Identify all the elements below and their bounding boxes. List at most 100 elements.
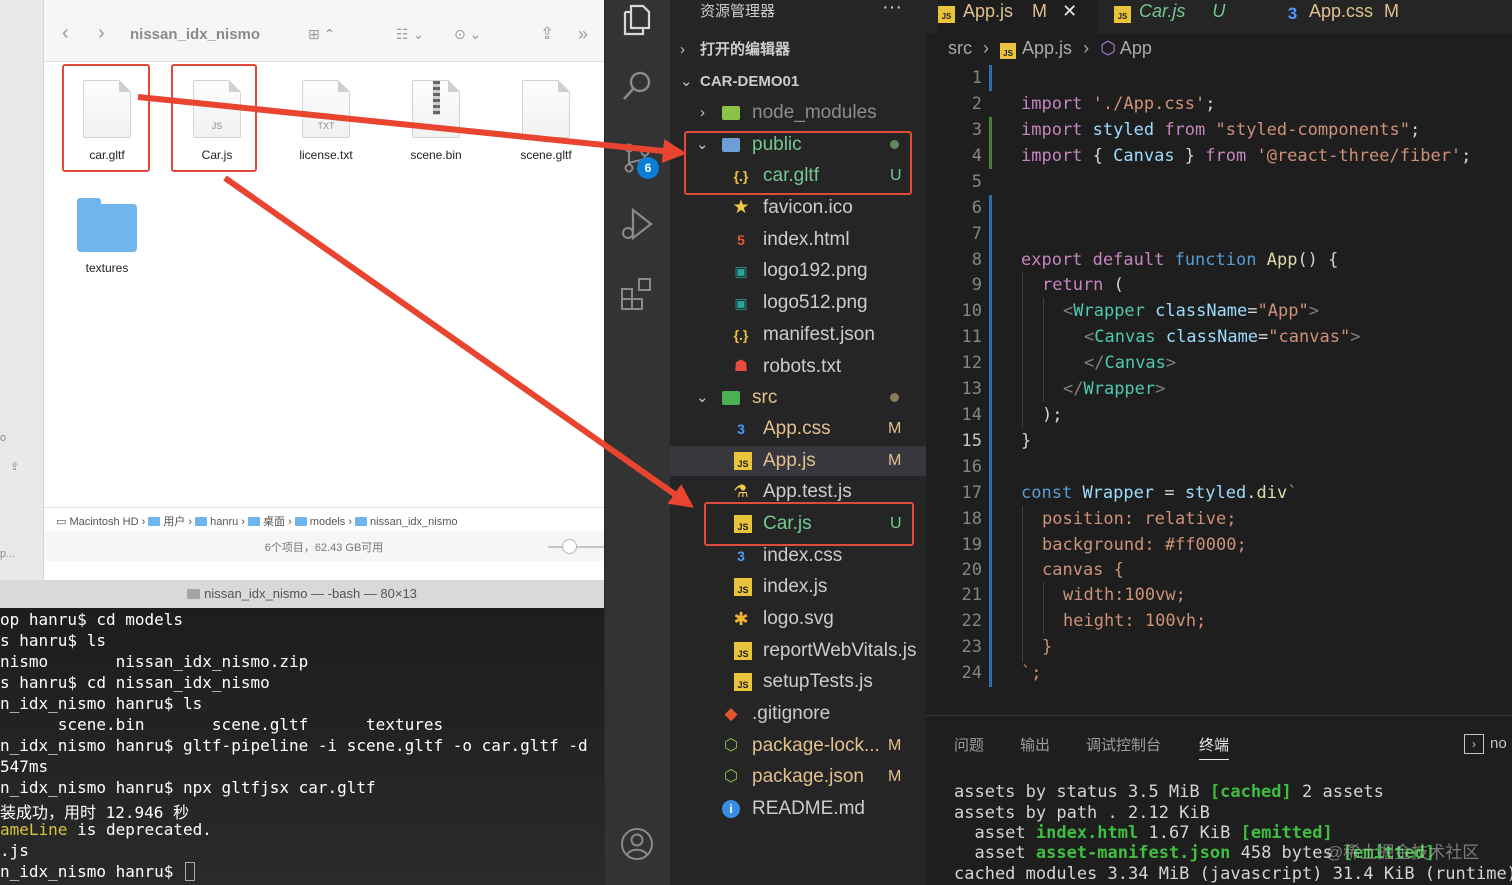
tab-output[interactable]: 输出 xyxy=(1020,734,1050,755)
code-line[interactable]: } xyxy=(1042,634,1052,660)
file-scene-gltf[interactable]: scene.gltf xyxy=(498,80,594,162)
highlight-box xyxy=(684,131,912,195)
code-line[interactable]: width:100vw; xyxy=(1063,582,1186,608)
tree-item-app-css[interactable]: 3 App.css M xyxy=(670,414,926,444)
tree-item-favicon[interactable]: ★ favicon.ico xyxy=(670,193,926,223)
chevron-right-icon: › xyxy=(700,104,705,121)
tree-item-index-js[interactable]: JS index.js xyxy=(670,572,926,602)
tab-app-css[interactable]: 3 App.css M xyxy=(1284,0,1444,34)
tree-item-report-web-vitals[interactable]: JS reportWebVitals.js xyxy=(670,636,926,666)
code-line[interactable]: </Wrapper> xyxy=(1063,376,1165,402)
breadcrumb-symbol[interactable]: App xyxy=(1120,38,1152,58)
tree-item-logo-svg[interactable]: ✱ logo.svg xyxy=(670,604,926,634)
tree-item-robots[interactable]: ☗ robots.txt xyxy=(670,352,926,382)
tab-debug-console[interactable]: 调试控制台 xyxy=(1086,734,1161,755)
code-line[interactable]: position: relative; xyxy=(1042,506,1236,532)
file-license-txt[interactable]: TXT license.txt xyxy=(278,80,374,162)
archive-icon xyxy=(412,80,460,138)
tab-terminal[interactable]: 终端 xyxy=(1199,734,1230,760)
code-line[interactable]: </Canvas> xyxy=(1084,350,1176,376)
account-icon[interactable] xyxy=(619,826,655,862)
git-status: U xyxy=(1212,1,1226,21)
tree-item-setup-tests[interactable]: JS setupTests.js xyxy=(670,667,926,697)
line-number: 21 xyxy=(961,585,982,605)
git-status: M xyxy=(1384,1,1400,21)
code-line[interactable]: import { Canvas } from '@react-three/fib… xyxy=(1021,143,1471,169)
share-icon[interactable]: ⇪ xyxy=(540,24,554,44)
tree-item-node-modules[interactable]: › node_modules xyxy=(670,98,926,128)
back-button[interactable]: ‹ xyxy=(62,22,69,45)
extensions-icon[interactable] xyxy=(619,276,655,312)
breadcrumb-file[interactable]: App.js xyxy=(1022,38,1072,58)
sidebar-eject-icon[interactable]: ⇪ xyxy=(10,460,19,473)
star-file-icon: ★ xyxy=(732,197,750,218)
toolbar-more-button[interactable]: » xyxy=(578,24,588,45)
path-item[interactable]: 用户 xyxy=(163,516,185,528)
run-debug-icon[interactable] xyxy=(619,206,655,242)
indent-guide xyxy=(1043,298,1044,402)
project-section[interactable]: ⌄ CAR-DEMO01 xyxy=(670,67,926,97)
path-item[interactable]: 桌面 xyxy=(263,516,285,528)
tree-item-app-js[interactable]: JS App.js M xyxy=(670,446,926,476)
code-line[interactable]: canvas { xyxy=(1042,557,1124,583)
tree-item-manifest[interactable]: {.} manifest.json xyxy=(670,320,926,350)
icon-size-slider[interactable] xyxy=(548,539,604,554)
js-file-icon: JS xyxy=(734,673,752,691)
path-item[interactable]: Macintosh HD xyxy=(69,516,138,528)
close-icon[interactable]: ✕ xyxy=(1062,1,1077,21)
path-item[interactable]: models xyxy=(310,516,345,528)
terminal-output-line: assets by path . 2.12 KiB xyxy=(954,803,1210,823)
tab-problems[interactable]: 问题 xyxy=(954,734,984,755)
js-file-icon: JS xyxy=(1114,6,1131,23)
code-line[interactable]: height: 100vh; xyxy=(1063,608,1206,634)
code-line[interactable]: export default function App() { xyxy=(1021,247,1338,273)
more-actions-icon[interactable]: ··· xyxy=(882,0,902,19)
editor-tabs: JS App.js M ✕ JS Car.js U 3 App.css M xyxy=(926,0,1512,34)
code-line[interactable]: import styled from "styled-components"; xyxy=(1021,117,1420,143)
group-icon[interactable]: ☷ ⌄ xyxy=(396,26,424,43)
terminal-titlebar: nissan_idx_nismo — -bash — 80×13 xyxy=(0,580,604,608)
tree-item-package-json[interactable]: ⬡ package.json M xyxy=(670,762,926,792)
terminal-window[interactable]: op hanru$ cd models s hanru$ ls nismo ni… xyxy=(0,608,604,885)
code-line[interactable]: ); xyxy=(1042,402,1062,428)
tab-app-js[interactable]: JS App.js M ✕ xyxy=(938,0,1098,34)
folder-icon xyxy=(195,517,208,526)
tree-item-gitignore[interactable]: ◆ .gitignore xyxy=(670,699,926,729)
code-line[interactable]: `; xyxy=(1021,660,1041,686)
path-item[interactable]: hanru xyxy=(210,516,238,528)
tree-item-logo192[interactable]: ▣ logo192.png xyxy=(670,256,926,286)
search-icon[interactable] xyxy=(619,68,655,104)
terminal-prompt[interactable]: n_idx_nismo hanru$ xyxy=(0,862,196,883)
forward-button[interactable]: › xyxy=(98,22,105,45)
tree-item-package-lock[interactable]: ⬡ package-lock... M xyxy=(670,731,926,761)
code-line[interactable]: <Wrapper className="App"> xyxy=(1063,298,1319,324)
view-toggle-icon[interactable]: ⊞ ⌃ xyxy=(308,26,335,43)
line-number-current: 15 xyxy=(961,431,982,451)
terminal-line: op hanru$ cd models xyxy=(0,610,184,629)
code-line[interactable]: return ( xyxy=(1042,272,1124,298)
file-scene-bin[interactable]: scene.bin xyxy=(388,80,484,162)
tab-car-js[interactable]: JS Car.js U xyxy=(1114,0,1264,34)
breadcrumb-src[interactable]: src xyxy=(948,38,972,58)
tree-item-logo512[interactable]: ▣ logo512.png xyxy=(670,288,926,318)
tree-item-src[interactable]: ⌄ src xyxy=(670,383,926,413)
action-icon[interactable]: ⊙ ⌄ xyxy=(454,26,481,43)
code-line[interactable]: background: #ff0000; xyxy=(1042,532,1247,558)
code-line[interactable]: const Wrapper = styled.div` xyxy=(1021,480,1297,506)
folder-icon xyxy=(77,198,137,252)
html-file-icon: 5 xyxy=(737,232,745,248)
code-line[interactable]: import './App.css'; xyxy=(1021,91,1216,117)
tree-item-readme[interactable]: i README.md xyxy=(670,794,926,824)
slider-knob[interactable] xyxy=(562,539,577,554)
tree-item-index-html[interactable]: 5 index.html xyxy=(670,225,926,255)
highlight-box xyxy=(171,64,257,172)
open-editors-section[interactable]: › 打开的编辑器 xyxy=(670,35,926,65)
path-item[interactable]: nissan_idx_nismo xyxy=(370,516,457,528)
src-folder-icon xyxy=(722,391,740,405)
terminal-line: 547ms xyxy=(0,757,49,776)
code-line[interactable]: <Canvas className="canvas"> xyxy=(1084,324,1360,350)
code-line[interactable]: } xyxy=(1021,428,1031,454)
folder-textures[interactable]: textures xyxy=(59,196,155,275)
terminal-picker[interactable]: › no xyxy=(1464,734,1507,754)
explorer-icon[interactable] xyxy=(619,2,655,38)
